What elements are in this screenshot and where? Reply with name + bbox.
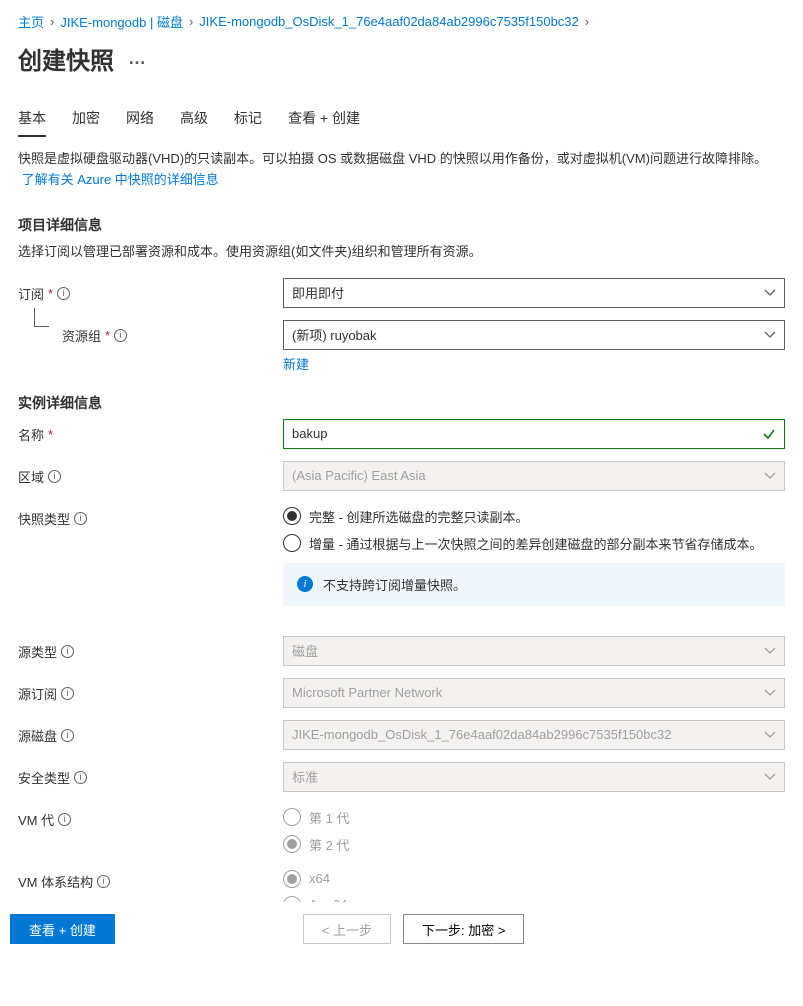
chevron-right-icon: › xyxy=(189,14,193,29)
tab-basic[interactable]: 基本 xyxy=(18,104,46,137)
review-create-button[interactable]: 查看 + 创建 xyxy=(10,914,115,944)
radio-snapshot-incr[interactable]: 增量 - 通过根据与上一次快照之间的差异创建磁盘的部分副本来节省存储成本。 xyxy=(283,534,785,553)
security-type-select: 标准 xyxy=(283,762,785,792)
radio-snapshot-full[interactable]: 完整 - 创建所选磁盘的完整只读副本。 xyxy=(283,507,785,526)
radio-vmgen1: 第 1 代 xyxy=(283,808,785,827)
next-button[interactable]: 下一步: 加密 > xyxy=(403,914,524,944)
source-type-label: 源类型 i xyxy=(18,636,283,661)
footer-bar: 查看 + 创建 < 上一步 下一步: 加密 > xyxy=(0,902,803,956)
info-icon[interactable]: i xyxy=(114,329,127,342)
radio-arch-x64: x64 xyxy=(283,870,785,888)
chevron-right-icon: › xyxy=(50,14,54,29)
breadcrumb: 主页 › JIKE-mongodb | 磁盘 › JIKE-mongodb_Os… xyxy=(18,12,785,31)
breadcrumb-item-osdisk[interactable]: JIKE-mongodb_OsDisk_1_76e4aaf02da84ab299… xyxy=(199,14,578,29)
new-rg-link[interactable]: 新建 xyxy=(283,354,309,373)
tab-bar: 基本 加密 网络 高级 标记 查看 + 创建 xyxy=(18,104,785,137)
chevron-down-icon xyxy=(764,329,776,344)
resource-group-label: 资源组* i xyxy=(18,320,283,345)
page-title: 创建快照 … xyxy=(18,41,785,76)
info-banner: i 不支持跨订阅增量快照。 xyxy=(283,563,785,606)
intro-text: 快照是虚拟硬盘驱动器(VHD)的只读副本。可以拍摄 OS 或数据磁盘 VHD 的… xyxy=(18,149,785,191)
instance-heading: 实例详细信息 xyxy=(18,393,785,413)
breadcrumb-home[interactable]: 主页 xyxy=(18,12,44,31)
info-icon[interactable]: i xyxy=(58,813,71,826)
info-icon: i xyxy=(297,576,313,592)
chevron-down-icon xyxy=(764,287,776,302)
source-subscription-select: Microsoft Partner Network xyxy=(283,678,785,708)
snapshot-type-label: 快照类型 i xyxy=(18,503,283,528)
more-icon[interactable]: … xyxy=(128,48,148,69)
chevron-down-icon xyxy=(764,687,776,702)
tab-review[interactable]: 查看 + 创建 xyxy=(288,104,360,137)
source-disk-select: JIKE-mongodb_OsDisk_1_76e4aaf02da84ab299… xyxy=(283,720,785,750)
check-icon xyxy=(762,427,776,444)
name-input[interactable]: bakup xyxy=(283,419,785,449)
chevron-down-icon xyxy=(764,470,776,485)
project-desc: 选择订阅以管理已部署资源和成本。使用资源组(如文件夹)组织和管理所有资源。 xyxy=(18,241,785,260)
region-label: 区域 i xyxy=(18,461,283,486)
info-icon[interactable]: i xyxy=(74,771,87,784)
tab-encrypt[interactable]: 加密 xyxy=(72,104,100,137)
chevron-down-icon xyxy=(764,729,776,744)
subscription-select[interactable]: 即用即付 xyxy=(283,278,785,308)
project-heading: 项目详细信息 xyxy=(18,215,785,235)
radio-vmgen2: 第 2 代 xyxy=(283,835,785,854)
chevron-down-icon xyxy=(764,645,776,660)
info-icon[interactable]: i xyxy=(74,512,87,525)
learn-more-link[interactable]: 了解有关 Azure 中快照的详细信息 xyxy=(22,172,219,187)
source-type-select: 磁盘 xyxy=(283,636,785,666)
info-icon[interactable]: i xyxy=(61,645,74,658)
info-icon[interactable]: i xyxy=(61,729,74,742)
info-icon[interactable]: i xyxy=(61,687,74,700)
vm-gen-label: VM 代 i xyxy=(18,804,283,829)
info-icon[interactable]: i xyxy=(57,287,70,300)
info-icon[interactable]: i xyxy=(48,470,61,483)
subscription-label: 订阅* i xyxy=(18,278,283,303)
tab-network[interactable]: 网络 xyxy=(126,104,154,137)
vm-arch-label: VM 体系结构 i xyxy=(18,866,283,891)
source-subscription-label: 源订阅 i xyxy=(18,678,283,703)
region-select: (Asia Pacific) East Asia xyxy=(283,461,785,491)
name-label: 名称* xyxy=(18,419,283,444)
tab-advanced[interactable]: 高级 xyxy=(180,104,208,137)
tab-tags[interactable]: 标记 xyxy=(234,104,262,137)
chevron-down-icon xyxy=(764,771,776,786)
prev-button: < 上一步 xyxy=(303,914,391,944)
info-icon[interactable]: i xyxy=(97,875,110,888)
chevron-right-icon: › xyxy=(585,14,589,29)
breadcrumb-item-disk[interactable]: JIKE-mongodb | 磁盘 xyxy=(60,12,183,31)
resource-group-select[interactable]: (新项) ruyobak xyxy=(283,320,785,350)
security-type-label: 安全类型 i xyxy=(18,762,283,787)
source-disk-label: 源磁盘 i xyxy=(18,720,283,745)
